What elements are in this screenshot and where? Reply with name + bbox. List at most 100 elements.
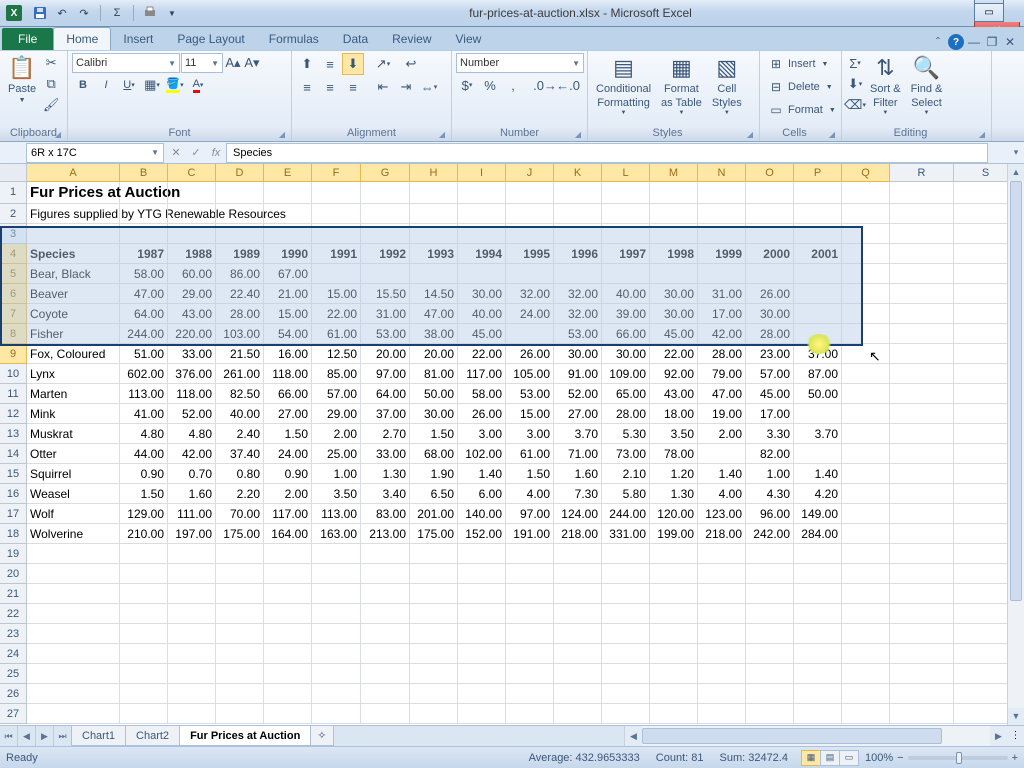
cell[interactable] — [168, 624, 216, 644]
cell[interactable]: 43.00 — [650, 384, 698, 404]
cell[interactable] — [698, 704, 746, 724]
cell[interactable] — [890, 444, 954, 464]
workbook-minimize-icon[interactable]: — — [966, 34, 982, 50]
cell[interactable]: 0.90 — [264, 464, 312, 484]
cell[interactable] — [890, 182, 954, 204]
cell[interactable]: 82.00 — [746, 444, 794, 464]
horizontal-scrollbar[interactable]: ◀ ▶ ⋮ — [624, 726, 1024, 746]
cell[interactable] — [506, 644, 554, 664]
cell[interactable] — [890, 284, 954, 304]
cell[interactable] — [168, 584, 216, 604]
cell[interactable] — [361, 664, 410, 684]
cell[interactable] — [842, 182, 890, 204]
cell[interactable]: 102.00 — [458, 444, 506, 464]
cell[interactable]: 7.30 — [554, 484, 602, 504]
orientation-icon[interactable]: ↗▾ — [372, 53, 394, 75]
cell[interactable] — [746, 584, 794, 604]
cell[interactable] — [458, 264, 506, 284]
cell[interactable]: 1.60 — [554, 464, 602, 484]
cell[interactable]: 1.60 — [168, 484, 216, 504]
cell[interactable]: 4.80 — [120, 424, 168, 444]
name-box[interactable]: 6R x 17C▼ — [26, 143, 164, 163]
cell[interactable] — [410, 264, 458, 284]
cell[interactable]: 1995 — [506, 244, 554, 264]
view-normal-icon[interactable]: ▦ — [801, 750, 821, 766]
cell[interactable] — [650, 584, 698, 604]
print-preview-icon[interactable] — [142, 5, 158, 21]
cell[interactable] — [361, 182, 410, 204]
cell[interactable] — [264, 204, 312, 224]
cell[interactable] — [698, 444, 746, 464]
cell[interactable]: 22.00 — [312, 304, 361, 324]
cell[interactable]: 64.00 — [361, 384, 410, 404]
cell[interactable] — [794, 584, 842, 604]
cell[interactable] — [890, 704, 954, 724]
cell[interactable]: 61.00 — [312, 324, 361, 344]
cell[interactable]: 25.00 — [312, 444, 361, 464]
align-bottom-icon[interactable]: ⬇ — [342, 53, 364, 75]
cell[interactable]: 175.00 — [410, 524, 458, 544]
row-head-2[interactable]: 2 — [0, 204, 27, 224]
row-head-1[interactable]: 1 — [0, 182, 27, 204]
cell[interactable] — [650, 684, 698, 704]
cell[interactable]: 201.00 — [410, 504, 458, 524]
cell[interactable]: 244.00 — [602, 504, 650, 524]
cell[interactable] — [890, 424, 954, 444]
cell[interactable]: 40.00 — [458, 304, 506, 324]
cell[interactable] — [698, 204, 746, 224]
cell[interactable] — [361, 204, 410, 224]
conditional-formatting-button[interactable]: ▤Conditional Formatting▼ — [592, 53, 655, 119]
cell[interactable]: Mink — [27, 404, 120, 424]
cell[interactable] — [650, 224, 698, 244]
cell[interactable]: 149.00 — [794, 504, 842, 524]
cell[interactable]: 3.00 — [458, 424, 506, 444]
cell[interactable] — [264, 584, 312, 604]
cell[interactable]: 1.40 — [698, 464, 746, 484]
cell[interactable] — [890, 584, 954, 604]
cell[interactable] — [602, 264, 650, 284]
tab-data[interactable]: Data — [331, 28, 380, 50]
cell[interactable] — [650, 204, 698, 224]
enter-entry-icon[interactable]: ✓ — [186, 143, 206, 163]
col-head-R[interactable]: R — [890, 164, 954, 182]
cell[interactable]: 164.00 — [264, 524, 312, 544]
cell[interactable]: Wolverine — [27, 524, 120, 544]
cell[interactable] — [794, 564, 842, 584]
cell[interactable] — [120, 604, 168, 624]
col-head-L[interactable]: L — [602, 164, 650, 182]
cell[interactable] — [842, 384, 890, 404]
cell[interactable]: 24.00 — [506, 304, 554, 324]
cell[interactable] — [216, 664, 264, 684]
cell[interactable] — [410, 604, 458, 624]
cell[interactable] — [27, 664, 120, 684]
cell[interactable]: 83.00 — [361, 504, 410, 524]
cell[interactable] — [746, 664, 794, 684]
cell[interactable]: 1.40 — [794, 464, 842, 484]
cell[interactable] — [842, 664, 890, 684]
cell[interactable]: 53.00 — [554, 324, 602, 344]
cell[interactable] — [264, 704, 312, 724]
cell[interactable]: 31.00 — [698, 284, 746, 304]
cell[interactable]: 97.00 — [506, 504, 554, 524]
cell[interactable] — [312, 224, 361, 244]
decrease-indent-icon[interactable]: ⇤ — [372, 76, 394, 98]
comma-icon[interactable]: , — [502, 74, 524, 96]
cell[interactable] — [698, 544, 746, 564]
cell[interactable] — [27, 684, 120, 704]
cell[interactable]: 1990 — [264, 244, 312, 264]
cell[interactable]: 2.00 — [264, 484, 312, 504]
autosum-icon[interactable]: Σ — [109, 5, 125, 21]
cell[interactable] — [264, 182, 312, 204]
cell[interactable] — [27, 564, 120, 584]
cell[interactable] — [602, 684, 650, 704]
cell[interactable] — [458, 564, 506, 584]
cell[interactable]: 73.00 — [602, 444, 650, 464]
cell[interactable] — [27, 604, 120, 624]
cell[interactable] — [602, 544, 650, 564]
cell[interactable]: 61.00 — [506, 444, 554, 464]
cell[interactable]: 103.00 — [216, 324, 264, 344]
sheet-nav-prev-icon[interactable]: ◀ — [18, 726, 36, 746]
cell[interactable]: 244.00 — [120, 324, 168, 344]
cell[interactable]: 97.00 — [361, 364, 410, 384]
col-head-J[interactable]: J — [506, 164, 554, 182]
